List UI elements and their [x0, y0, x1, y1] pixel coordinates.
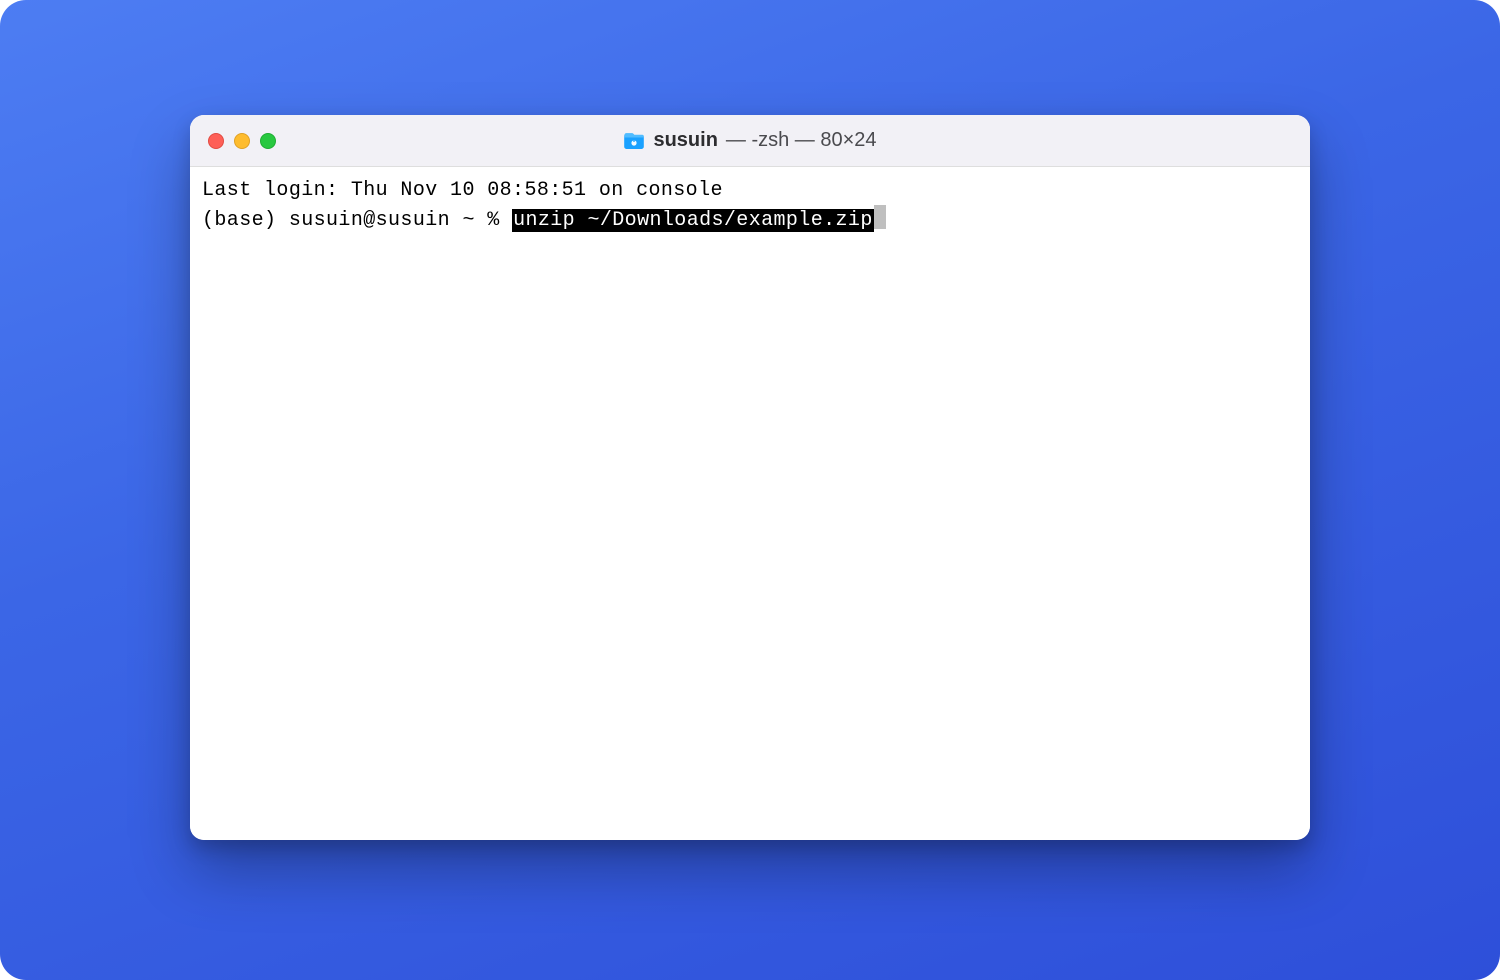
close-button[interactable]	[208, 133, 224, 149]
last-login-line: Last login: Thu Nov 10 08:58:51 on conso…	[202, 179, 723, 202]
selected-command-text[interactable]: unzip ~/Downloads/example.zip	[512, 209, 874, 232]
window-title: susuin — -zsh — 80×24	[190, 129, 1310, 152]
title-details: — -zsh — 80×24	[726, 129, 877, 152]
title-primary: susuin	[653, 129, 717, 152]
title-bar[interactable]: susuin — -zsh — 80×24	[190, 115, 1310, 167]
text-cursor	[874, 205, 886, 229]
desktop-background: susuin — -zsh — 80×24 Last login: Thu No…	[0, 0, 1500, 980]
shell-prompt: (base) susuin@susuin ~ %	[202, 209, 512, 232]
terminal-window: susuin — -zsh — 80×24 Last login: Thu No…	[190, 115, 1310, 840]
terminal-body[interactable]: Last login: Thu Nov 10 08:58:51 on conso…	[190, 167, 1310, 840]
zoom-button[interactable]	[260, 133, 276, 149]
window-controls	[208, 133, 276, 149]
minimize-button[interactable]	[234, 133, 250, 149]
folder-icon	[623, 132, 645, 150]
